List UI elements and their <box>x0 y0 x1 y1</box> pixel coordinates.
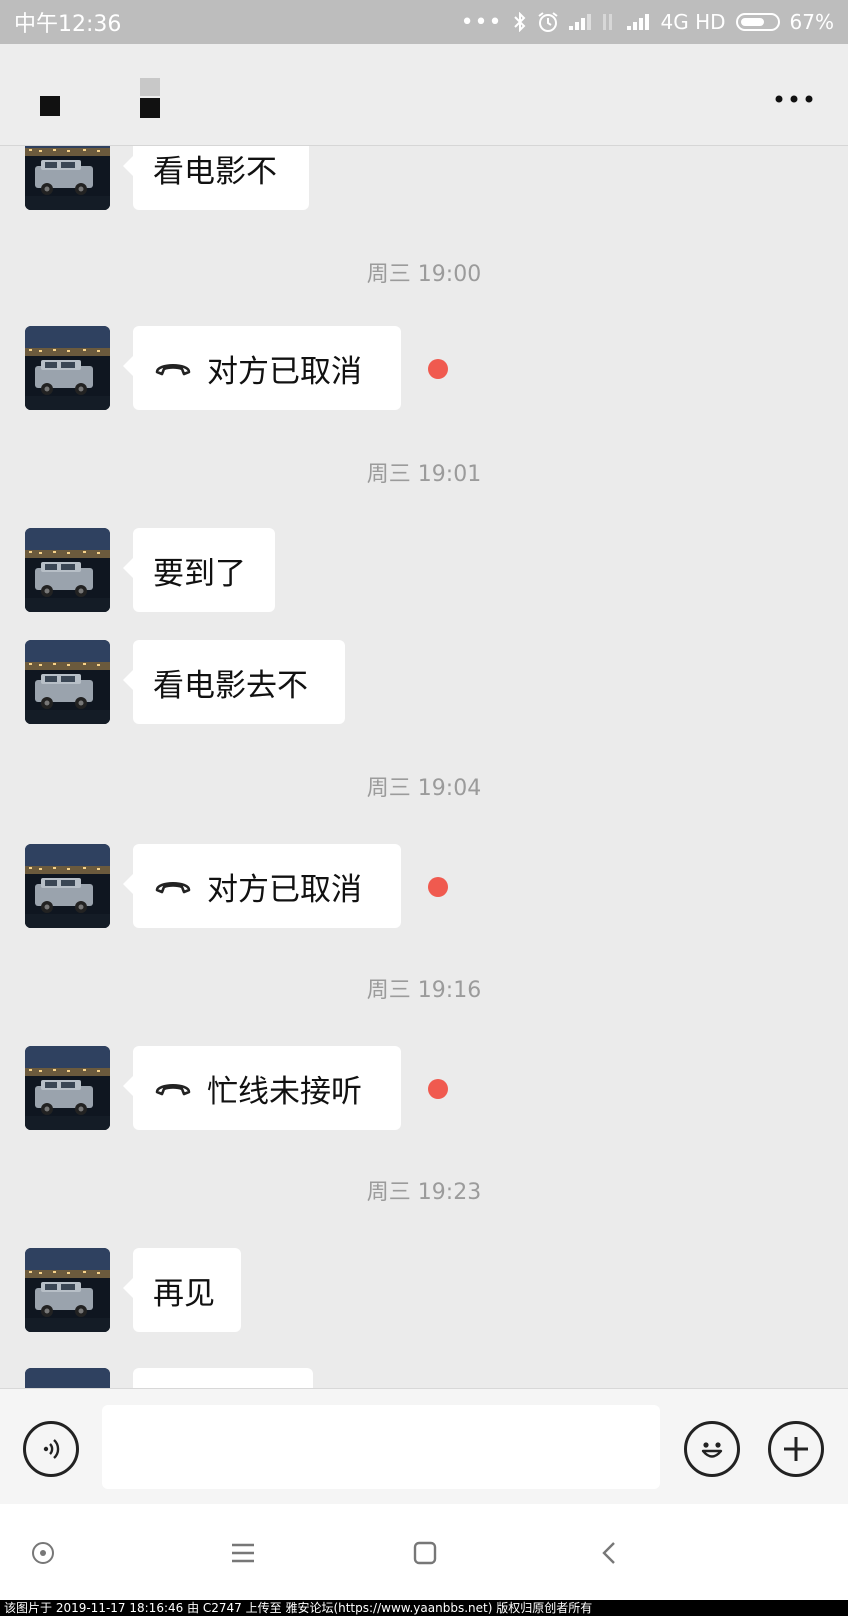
menu-button[interactable] <box>228 1538 258 1568</box>
call-status-text: 忙线未接听 <box>207 1073 362 1110</box>
timestamp: 周三 19:01 <box>366 462 482 487</box>
message-bubble[interactable]: 再见 <box>123 1248 241 1332</box>
assistant-button[interactable] <box>28 1538 58 1568</box>
message-bubble[interactable]: 要到了 <box>123 528 275 612</box>
hang-up-icon <box>153 1077 193 1099</box>
message-input[interactable] <box>102 1405 660 1489</box>
contact-avatar[interactable] <box>25 844 110 928</box>
bluetooth-icon <box>513 12 525 32</box>
contact-name-redacted-2 <box>140 78 160 96</box>
contact-avatar[interactable] <box>25 1248 110 1332</box>
input-bar <box>0 1388 848 1504</box>
menu-icon <box>232 1543 254 1563</box>
voice-button[interactable] <box>23 1421 79 1477</box>
status-icons: ••• 4G HD 67% <box>461 10 834 35</box>
chat-header <box>0 44 848 146</box>
emoji-button[interactable] <box>684 1421 740 1477</box>
call-bubble[interactable]: 忙线未接听 <box>123 1046 401 1130</box>
message-text: 要到了 <box>153 555 246 592</box>
hang-up-icon <box>153 875 193 897</box>
message-bubble[interactable]: 看电影不 <box>123 146 309 210</box>
unread-dot <box>428 359 448 379</box>
call-status-text: 对方已取消 <box>207 871 362 908</box>
battery-percent: 67% <box>789 10 834 34</box>
call-status-text: 对方已取消 <box>207 353 362 390</box>
message-text: 再见 <box>153 1275 215 1312</box>
home-button[interactable] <box>410 1538 440 1568</box>
home-icon <box>413 1541 437 1565</box>
timestamp: 周三 19:04 <box>366 776 482 801</box>
plus-icon <box>784 1437 808 1461</box>
contact-avatar[interactable] <box>25 1046 110 1130</box>
status-bar: 中午12:36 ••• 4G HD 67% <box>0 0 848 44</box>
contact-avatar[interactable] <box>25 1368 110 1388</box>
signal-icon <box>568 14 593 30</box>
circle-dot-icon <box>32 1542 54 1564</box>
system-nav-bar <box>0 1504 848 1602</box>
unread-dot <box>428 877 448 897</box>
contact-avatar[interactable] <box>25 528 110 612</box>
network-label: 4G HD <box>660 10 726 34</box>
signal-strong-icon <box>626 14 651 30</box>
emoji-icon <box>701 1442 723 1458</box>
contact-name-redacted-3 <box>140 98 160 118</box>
contact-name-redacted <box>40 96 60 116</box>
watermark-text: 该图片于 2019-11-17 18:16:46 由 C2747 上传至 雅安论… <box>0 1600 848 1616</box>
back-button[interactable] <box>594 1538 624 1568</box>
alarm-icon <box>537 12 558 32</box>
contact-avatar[interactable] <box>25 326 110 410</box>
message-text: 看电影不 <box>153 153 277 190</box>
contact-avatar[interactable] <box>25 146 110 210</box>
battery-level <box>740 18 764 26</box>
signal-empty-icon <box>602 14 617 30</box>
timestamp: 周三 19:23 <box>366 1180 482 1205</box>
battery-icon <box>735 13 780 31</box>
message-bubble[interactable] <box>133 1368 313 1388</box>
hang-up-icon <box>153 357 193 379</box>
voice-icon <box>43 1439 60 1459</box>
contact-avatar[interactable] <box>25 640 110 724</box>
unread-dot <box>428 1079 448 1099</box>
chat-area[interactable]: 看电影不 周三 19:00 对方已取消 周三 19:01 要到了 看电影去不 周… <box>0 146 848 1388</box>
more-functions-button[interactable] <box>768 1421 824 1477</box>
status-time: 中午12:36 <box>14 12 122 37</box>
back-icon <box>602 1542 615 1564</box>
timestamp: 周三 19:16 <box>366 978 482 1003</box>
timestamp: 周三 19:00 <box>366 262 482 287</box>
call-bubble[interactable]: 对方已取消 <box>123 326 401 410</box>
message-text: 看电影去不 <box>153 667 308 704</box>
more-options-button[interactable] <box>774 78 814 111</box>
more-notifications-icon: ••• <box>460 9 503 35</box>
message-bubble[interactable]: 看电影去不 <box>123 640 345 724</box>
more-horizontal-icon <box>775 95 813 103</box>
call-bubble[interactable]: 对方已取消 <box>123 844 401 928</box>
